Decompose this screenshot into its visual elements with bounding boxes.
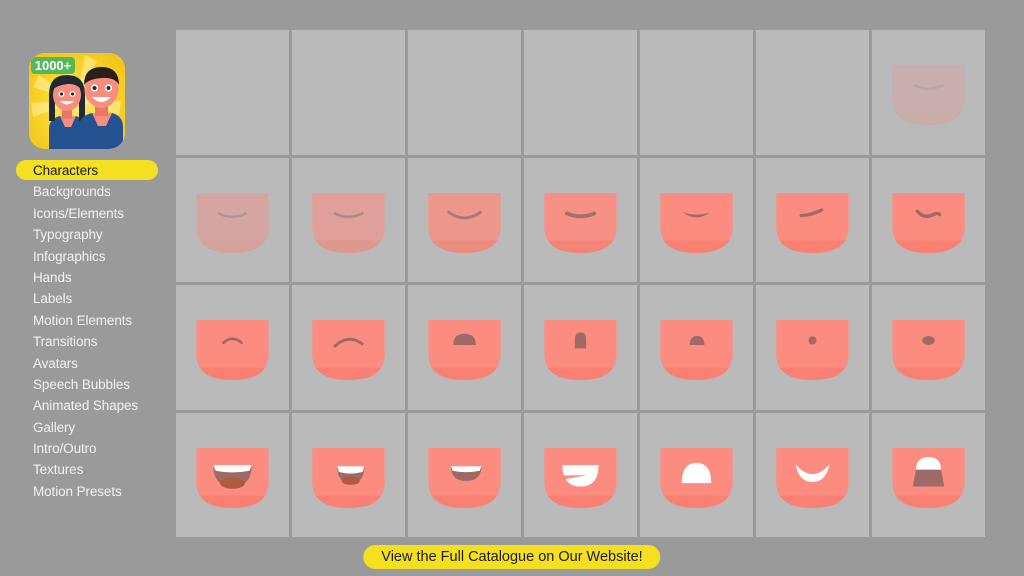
mouthpreviewr2c3-artwork [428, 192, 501, 253]
sidebar-item-labels[interactable]: Labels [0, 288, 176, 309]
mouthpreviewr2c2-artwork [312, 192, 385, 253]
mouthpreviewr3c5-artwork [660, 320, 733, 381]
mouthpreviewr2c5-artwork [660, 192, 733, 253]
app-root: 1000+ Characters Backgrounds Icons/Element… [0, 0, 1024, 576]
mouthpreviewr3c2-artwork [312, 320, 385, 381]
sidebar-item-label: Labels [33, 291, 73, 307]
sidebar-item-label: Motion Presets [33, 483, 122, 499]
mouth-preview-r2c3[interactable] [408, 157, 521, 282]
mouth-preview-r4c6[interactable] [756, 412, 869, 537]
badge-1000plus: 1000+ [31, 57, 75, 74]
mouthpreviewr1c7-artwork [892, 65, 965, 126]
mouth-preview-r3c2[interactable] [292, 285, 405, 410]
sidebar-item-hands[interactable]: Hands [0, 267, 176, 288]
mouthpreviewr4c2-artwork [312, 447, 385, 508]
mouth-preview-r2c7[interactable] [872, 157, 985, 282]
mouthpreviewr2c7-artwork [892, 192, 965, 253]
sidebar-item-gallery[interactable]: Gallery [0, 417, 176, 438]
sidebar-item-typography[interactable]: Typography [0, 224, 176, 245]
mouth-preview-r4c3[interactable] [408, 412, 521, 537]
mouthpreviewr2c6-artwork [776, 192, 849, 253]
sidebar-item-label: Infographics [33, 248, 106, 264]
view-catalogue-button[interactable]: View the Full Catalogue on Our Website! [363, 545, 661, 569]
mouth-preview-r3c3[interactable] [408, 285, 521, 410]
mouth-preview-r3c6[interactable] [756, 285, 869, 410]
sidebar-item-characters[interactable]: Characters [0, 160, 176, 181]
sidebar-item-label: Gallery [33, 419, 76, 435]
mouth-preview-r1c2[interactable] [292, 30, 405, 155]
mouth-preview-r2c2[interactable] [292, 157, 405, 282]
sidebar-item-label: Speech Bubbles [33, 376, 130, 392]
mouth-preview-r2c6[interactable] [756, 157, 869, 282]
svg-text:1000+: 1000+ [35, 58, 72, 73]
sidebar-item-icons-elements[interactable]: Icons/Elements [0, 203, 176, 224]
sidebar-item-avatars[interactable]: Avatars [0, 353, 176, 374]
mouth-preview-r4c1[interactable] [176, 412, 289, 537]
mouthpreviewr2c1-artwork [196, 192, 269, 253]
sidebar-item-motion-elements[interactable]: Motion Elements [0, 310, 176, 331]
mouth-preview-r1c5[interactable] [640, 30, 753, 155]
mouthpreviewr3c1-artwork [196, 320, 269, 381]
sidebar-menu: Characters Backgrounds Icons/Elements Typog… [0, 160, 176, 502]
sidebar-item-motion-presets[interactable]: Motion Presets [0, 481, 176, 502]
sidebar-item-animated-shapes[interactable]: Animated Shapes [0, 395, 176, 416]
sidebar-item-label: Motion Elements [33, 312, 133, 328]
sidebar-item-label: Intro/Outro [33, 441, 97, 457]
mouth-preview-r3c4[interactable] [524, 285, 637, 410]
mouth-preview-r3c5[interactable] [640, 285, 753, 410]
characters-app-icon[interactable]: 1000+ [29, 53, 125, 149]
mouth-preview-r1c7[interactable] [872, 30, 985, 155]
mouth-preview-r3c7[interactable] [872, 285, 985, 410]
sidebar-item-label: Hands [33, 269, 72, 285]
mouthpreviewr3c7-artwork [892, 320, 965, 381]
sidebar-item-label: Transitions [33, 334, 98, 350]
sidebar-item-transitions[interactable]: Transitions [0, 331, 176, 352]
sidebar-item-speech-bubbles[interactable]: Speech Bubbles [0, 374, 176, 395]
mouth-preview-r1c1[interactable] [176, 30, 289, 155]
sidebar-item-infographics[interactable]: Infographics [0, 246, 176, 267]
app-icon-artwork: 1000+ [29, 53, 125, 149]
mouthpreviewr3c3-artwork [428, 320, 501, 381]
mouthpreviewr2c4-artwork [544, 192, 617, 253]
sidebar-item-label: Animated Shapes [33, 398, 139, 414]
sidebar-item-backgrounds[interactable]: Backgrounds [0, 181, 176, 202]
mouth-preview-r2c1[interactable] [176, 157, 289, 282]
sidebar-item-label: Avatars [33, 355, 78, 371]
sidebar: 1000+ Characters Backgrounds Icons/Element… [0, 0, 176, 576]
mouthpreviewr4c3-artwork [428, 447, 501, 508]
mouth-preview-r4c5[interactable] [640, 412, 753, 537]
mouth-preview-r1c4[interactable] [524, 30, 637, 155]
mouth-preview-r4c2[interactable] [292, 412, 405, 537]
mouthpreviewr4c5-artwork [660, 447, 733, 508]
mouth-preview-r4c4[interactable] [524, 412, 637, 537]
mouthpreviewr3c4-artwork [544, 320, 617, 381]
sidebar-item-label: Backgrounds [33, 184, 111, 200]
mouth-preview-r3c1[interactable] [176, 285, 289, 410]
sidebar-item-label: Typography [33, 227, 103, 243]
mouth-preview-r1c3[interactable] [408, 30, 521, 155]
sidebar-item-label: Icons/Elements [33, 205, 124, 221]
sidebar-item-label: Characters [33, 163, 99, 178]
mouthpreviewr4c7-artwork [892, 447, 965, 508]
mouthpreviewr3c6-artwork [776, 320, 849, 381]
mouth-preview-r2c5[interactable] [640, 157, 753, 282]
mouth-preview-r4c7[interactable] [872, 412, 985, 537]
sidebar-item-label: Textures [33, 462, 84, 478]
mouthpreviewr4c4-artwork [544, 447, 617, 508]
mouthpreviewr4c1-artwork [196, 447, 269, 508]
mouth-preview-r1c6[interactable] [756, 30, 869, 155]
mouth-preview-grid [176, 30, 985, 537]
mouthpreviewr4c6-artwork [776, 447, 849, 508]
sidebar-item-textures[interactable]: Textures [0, 459, 176, 480]
sidebar-item-intro-outro[interactable]: Intro/Outro [0, 438, 176, 459]
mouth-preview-r2c4[interactable] [524, 157, 637, 282]
